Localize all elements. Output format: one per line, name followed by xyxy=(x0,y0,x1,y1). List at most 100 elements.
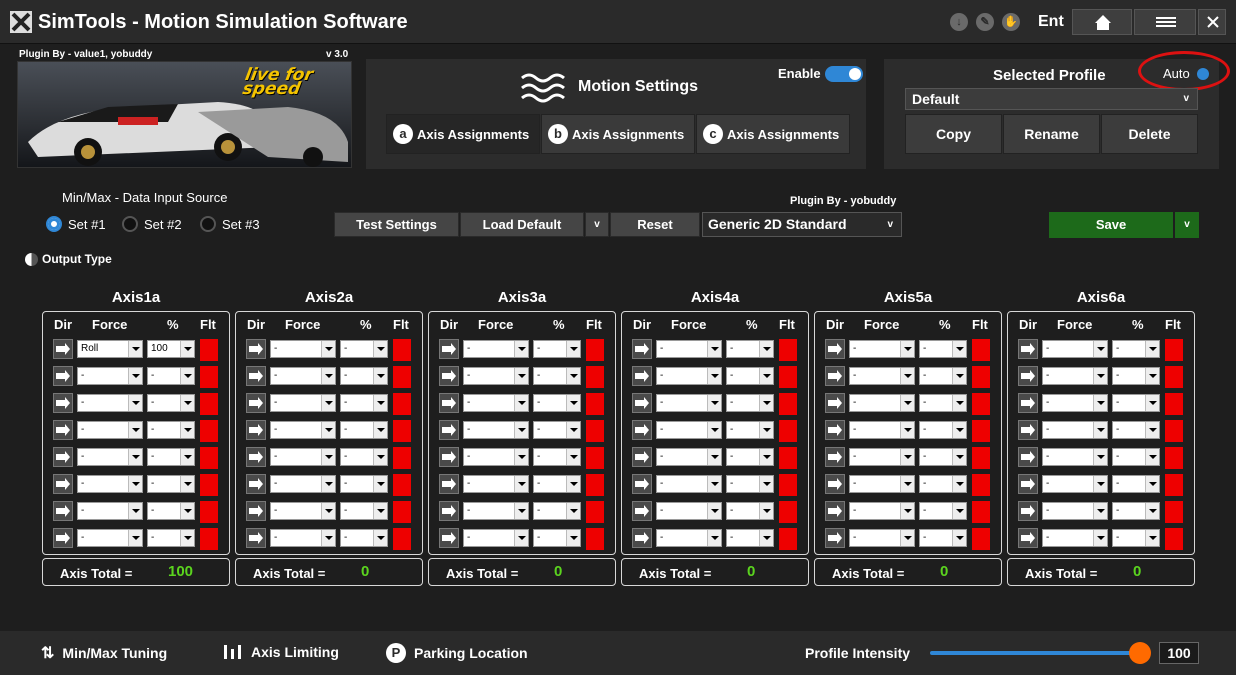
force-select[interactable]: - xyxy=(849,367,915,385)
filter-button[interactable] xyxy=(586,501,604,523)
force-select[interactable]: - xyxy=(656,529,722,547)
force-select[interactable]: - xyxy=(77,448,143,466)
filter-button[interactable] xyxy=(586,420,604,442)
direction-button[interactable] xyxy=(1018,366,1038,386)
load-default-dropdown[interactable]: v xyxy=(585,212,609,237)
direction-button[interactable] xyxy=(439,501,459,521)
save-button[interactable]: Save xyxy=(1049,212,1173,238)
direction-button[interactable] xyxy=(439,366,459,386)
filter-button[interactable] xyxy=(586,393,604,415)
force-select[interactable]: - xyxy=(77,421,143,439)
filter-button[interactable] xyxy=(972,393,990,415)
filter-button[interactable] xyxy=(586,474,604,496)
force-select[interactable]: - xyxy=(463,340,529,358)
force-select[interactable]: - xyxy=(1042,340,1108,358)
direction-button[interactable] xyxy=(246,393,266,413)
profile-dropdown[interactable]: Default v xyxy=(905,88,1198,110)
percent-select[interactable]: - xyxy=(533,340,581,358)
force-select[interactable]: - xyxy=(463,529,529,547)
direction-button[interactable] xyxy=(632,501,652,521)
force-select[interactable]: - xyxy=(463,502,529,520)
percent-select[interactable]: - xyxy=(340,367,388,385)
force-select[interactable]: - xyxy=(656,421,722,439)
force-select[interactable]: - xyxy=(270,367,336,385)
force-select[interactable]: - xyxy=(1042,529,1108,547)
percent-select[interactable]: - xyxy=(340,421,388,439)
filter-button[interactable] xyxy=(393,339,411,361)
percent-select[interactable]: - xyxy=(919,502,967,520)
force-select[interactable]: - xyxy=(849,475,915,493)
direction-button[interactable] xyxy=(825,366,845,386)
direction-button[interactable] xyxy=(246,339,266,359)
filter-button[interactable] xyxy=(200,366,218,388)
force-select[interactable]: - xyxy=(270,340,336,358)
direction-button[interactable] xyxy=(246,528,266,548)
direction-button[interactable] xyxy=(825,393,845,413)
radio-set-1[interactable]: Set #1 xyxy=(46,216,106,232)
percent-select[interactable]: - xyxy=(147,367,195,385)
percent-select[interactable]: - xyxy=(919,367,967,385)
force-select[interactable]: - xyxy=(656,340,722,358)
delete-button[interactable]: Delete xyxy=(1101,114,1198,154)
download-icon[interactable]: ↓ xyxy=(950,13,968,31)
force-select[interactable]: - xyxy=(270,421,336,439)
percent-select[interactable]: - xyxy=(147,529,195,547)
percent-select[interactable]: - xyxy=(147,502,195,520)
direction-button[interactable] xyxy=(246,447,266,467)
force-select[interactable]: - xyxy=(1042,394,1108,412)
force-select[interactable]: - xyxy=(849,448,915,466)
force-select[interactable]: - xyxy=(463,448,529,466)
direction-button[interactable] xyxy=(439,420,459,440)
percent-select[interactable]: - xyxy=(726,367,774,385)
direction-button[interactable] xyxy=(53,447,73,467)
percent-select[interactable]: - xyxy=(533,502,581,520)
force-select[interactable]: - xyxy=(656,502,722,520)
force-select[interactable]: - xyxy=(270,529,336,547)
parking-location-button[interactable]: P Parking Location xyxy=(386,643,528,663)
copy-button[interactable]: Copy xyxy=(905,114,1002,154)
output-type-button[interactable]: Output Type xyxy=(25,252,112,266)
direction-button[interactable] xyxy=(825,474,845,494)
force-select[interactable]: - xyxy=(656,475,722,493)
filter-button[interactable] xyxy=(1165,339,1183,361)
filter-button[interactable] xyxy=(200,501,218,523)
direction-button[interactable] xyxy=(53,501,73,521)
percent-select[interactable]: - xyxy=(919,394,967,412)
radio-set-3[interactable]: Set #3 xyxy=(200,216,260,232)
tab-axis-assignments-b[interactable]: b Axis Assignments xyxy=(541,114,695,154)
direction-button[interactable] xyxy=(632,447,652,467)
force-select[interactable]: - xyxy=(849,394,915,412)
percent-select[interactable]: - xyxy=(147,394,195,412)
intensity-slider-handle[interactable] xyxy=(1129,642,1151,664)
force-select[interactable]: - xyxy=(463,421,529,439)
direction-button[interactable] xyxy=(53,474,73,494)
force-select[interactable]: - xyxy=(463,394,529,412)
percent-select[interactable]: - xyxy=(1112,502,1160,520)
force-select[interactable]: - xyxy=(656,367,722,385)
filter-button[interactable] xyxy=(200,447,218,469)
percent-select[interactable]: - xyxy=(533,529,581,547)
percent-select[interactable]: - xyxy=(726,394,774,412)
filter-button[interactable] xyxy=(779,366,797,388)
filter-button[interactable] xyxy=(972,339,990,361)
filter-button[interactable] xyxy=(779,339,797,361)
filter-button[interactable] xyxy=(586,339,604,361)
direction-button[interactable] xyxy=(53,366,73,386)
filter-button[interactable] xyxy=(972,501,990,523)
load-default-button[interactable]: Load Default xyxy=(460,212,584,237)
filter-button[interactable] xyxy=(586,528,604,550)
force-select[interactable]: - xyxy=(1042,421,1108,439)
filter-button[interactable] xyxy=(779,501,797,523)
direction-button[interactable] xyxy=(246,501,266,521)
force-select[interactable]: - xyxy=(1042,448,1108,466)
filter-button[interactable] xyxy=(393,366,411,388)
percent-select[interactable]: - xyxy=(919,421,967,439)
force-select[interactable]: - xyxy=(1042,367,1108,385)
save-dropdown[interactable]: v xyxy=(1175,212,1199,238)
filter-button[interactable] xyxy=(972,420,990,442)
percent-select[interactable]: - xyxy=(340,475,388,493)
intensity-value[interactable]: 100 xyxy=(1159,642,1199,664)
direction-button[interactable] xyxy=(825,420,845,440)
force-select[interactable]: - xyxy=(77,394,143,412)
filter-button[interactable] xyxy=(972,366,990,388)
